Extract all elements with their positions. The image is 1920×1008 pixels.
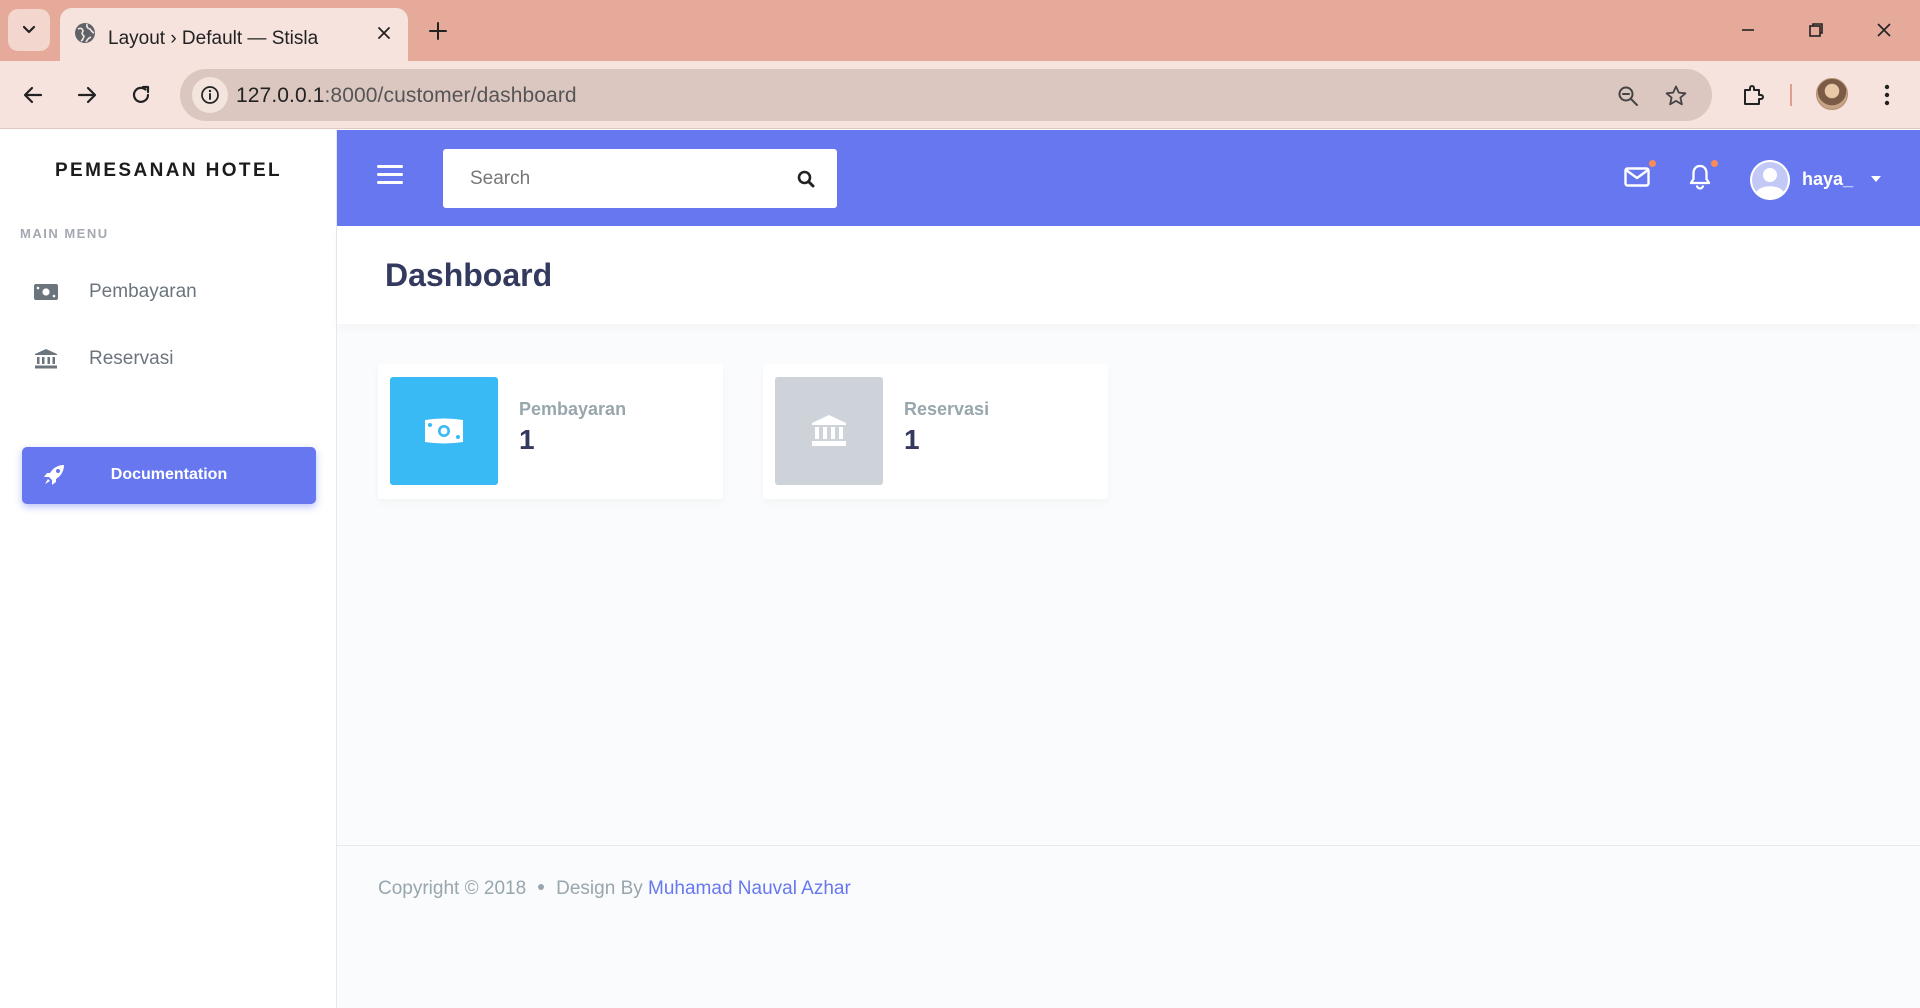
menu-header: MAIN MENU (20, 226, 109, 241)
close-icon[interactable] (372, 21, 396, 45)
message-indicator-dot (1649, 160, 1656, 167)
url-host: 127.0.0.1 (236, 84, 325, 107)
tab-search-button[interactable] (8, 9, 50, 51)
sidebar-item-pembayaran[interactable]: Pembayaran (0, 264, 337, 320)
notification-indicator-dot (1711, 160, 1718, 167)
new-tab-plus-icon[interactable] (424, 17, 452, 45)
kebab-menu-icon[interactable] (1870, 78, 1904, 112)
hamburger-menu-icon[interactable] (377, 165, 403, 189)
search-input[interactable] (443, 149, 779, 208)
browser-tab-active[interactable]: Layout › Default — Stisla (60, 8, 408, 61)
card-value: 1 (904, 424, 920, 455)
design-by-text: Design By (556, 878, 643, 899)
footer-text: Copyright © 2018 Design By Muhamad Nauval… (378, 878, 851, 900)
search-form (443, 149, 837, 208)
stat-card-pembayaran: Pembayaran 1 (378, 364, 723, 499)
back-arrow-icon[interactable] (16, 78, 50, 112)
money-icon (390, 377, 498, 485)
bank-icon (34, 348, 58, 370)
page-title: Dashboard (385, 257, 553, 293)
extensions-puzzle-icon[interactable] (1736, 78, 1770, 112)
user-name: haya_ (1802, 169, 1854, 189)
chevron-down-icon (22, 25, 36, 34)
bullet-separator (538, 884, 545, 891)
card-label: Reservasi (904, 399, 990, 419)
caret-down-icon (1871, 176, 1881, 182)
url-path: :8000/customer/dashboard (324, 84, 577, 107)
minimize-icon[interactable] (1730, 15, 1766, 45)
sidebar-item-label: Reservasi (89, 348, 174, 369)
restore-icon[interactable] (1798, 15, 1834, 45)
stat-card-reservasi: Reservasi 1 (763, 364, 1108, 499)
globe-icon (75, 23, 95, 43)
reload-icon[interactable] (124, 78, 158, 112)
copyright-text: Copyright © 2018 (378, 878, 527, 899)
profile-avatar[interactable] (1816, 78, 1848, 110)
site-info-icon[interactable] (192, 77, 228, 113)
card-label: Pembayaran (519, 399, 627, 419)
window-close-icon[interactable] (1866, 15, 1902, 45)
money-icon (34, 281, 58, 303)
author-link[interactable]: Muhamad Nauval Azhar (648, 878, 851, 899)
user-dropdown[interactable]: haya_ (1750, 160, 1890, 200)
toolbar-divider (1790, 84, 1792, 106)
url-text: 127.0.0.1:8000/customer/dashboard (236, 84, 577, 108)
browser-tabbar: Layout › Default — Stisla (0, 0, 1920, 61)
footer: Copyright © 2018 Design By Muhamad Nauval… (337, 845, 1920, 1008)
bell-icon[interactable] (1685, 163, 1715, 191)
top-navbar: haya_ (337, 130, 1920, 226)
search-icon[interactable] (795, 168, 817, 190)
bank-icon (775, 377, 883, 485)
zoom-icon[interactable] (1614, 82, 1642, 110)
sidebar-item-label: Pembayaran (89, 281, 197, 302)
browser-toolbar: 127.0.0.1:8000/customer/dashboard (0, 61, 1920, 129)
sidebar-item-reservasi[interactable]: Reservasi (0, 331, 337, 387)
address-bar[interactable]: 127.0.0.1:8000/customer/dashboard (180, 69, 1712, 121)
card-value: 1 (519, 424, 535, 455)
documentation-label: Documentation (110, 466, 228, 483)
section-header: Dashboard (337, 226, 1920, 324)
tab-title: Layout › Default — Stisla (108, 28, 319, 49)
forward-arrow-icon[interactable] (70, 78, 104, 112)
brand-title[interactable]: PEMESANAN HOTEL (0, 160, 337, 182)
documentation-button[interactable]: Documentation (22, 447, 316, 504)
user-avatar (1750, 160, 1790, 200)
envelope-icon[interactable] (1622, 163, 1652, 191)
bookmark-star-icon[interactable] (1662, 82, 1690, 110)
sidebar: PEMESANAN HOTEL MAIN MENU Pembayaran Res… (0, 130, 337, 1008)
